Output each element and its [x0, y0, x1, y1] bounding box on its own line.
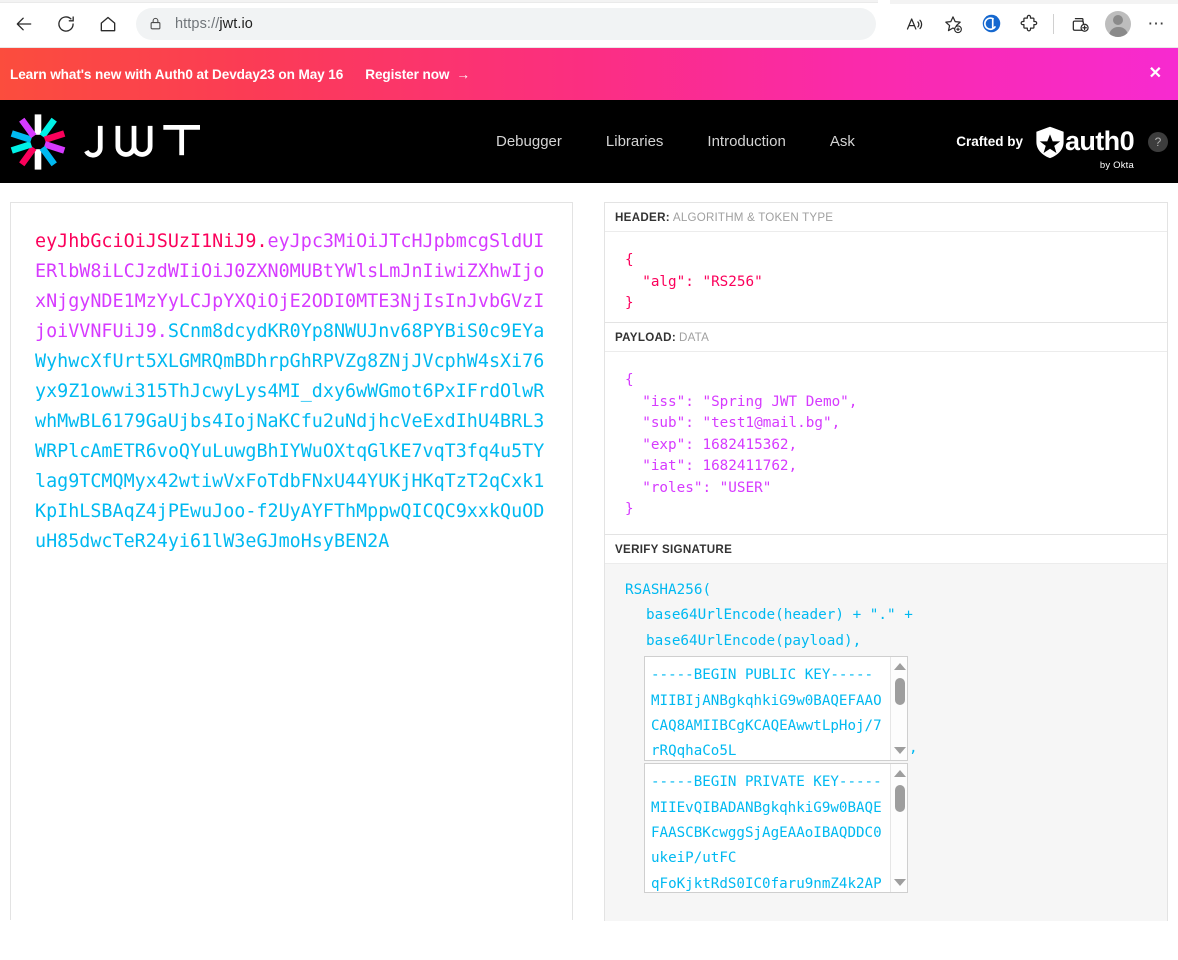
home-icon: [100, 16, 116, 31]
nav-item-debugger[interactable]: Debugger: [474, 127, 584, 156]
nav-item-libraries[interactable]: Libraries: [584, 127, 686, 156]
promo-banner: Learn what's new with Auth0 at Devday23 …: [0, 48, 1178, 100]
header-box-title: HEADER: ALGORITHM & TOKEN TYPE: [605, 203, 1167, 232]
verify-line-2: base64UrlEncode(header) + "." +: [646, 607, 913, 624]
encoded-token-panel[interactable]: eyJhbGciOiJSUzI1NiJ9.eyJpc3MiOiJTcHJpbmc…: [10, 202, 573, 920]
copilot-icon: [982, 14, 1000, 33]
promo-register-label: Register now: [365, 66, 450, 82]
home-button[interactable]: [90, 6, 126, 42]
auth0-shield-icon: [1036, 126, 1064, 158]
help-icon[interactable]: ?: [1148, 131, 1168, 152]
extensions-button[interactable]: [1011, 6, 1047, 42]
verify-line-1: RSASHA256(: [625, 582, 712, 598]
nav-item-ask[interactable]: Ask: [808, 127, 877, 156]
reload-button[interactable]: [48, 6, 84, 42]
scroll-down-arrow-icon[interactable]: [893, 744, 906, 757]
browser-chrome: https://jwt.io ⋯: [0, 0, 1178, 48]
collections-icon: [1072, 17, 1089, 32]
back-arrow-icon: [16, 17, 32, 31]
read-aloud-icon: [906, 17, 923, 30]
url-scheme: https://: [175, 15, 220, 32]
payload-box-label: PAYLOAD:: [615, 331, 677, 344]
crafted-by-block: Crafted by auth0 by Okta ?: [956, 125, 1168, 171]
site-security-icon: [148, 16, 163, 31]
encoded-token-text[interactable]: eyJhbGciOiJSUzI1NiJ9.eyJpc3MiOiJTcHJpbmc…: [35, 227, 548, 557]
back-button[interactable]: [6, 6, 42, 42]
public-key-comma: ,: [909, 739, 918, 756]
token-separator-1: .: [256, 231, 268, 252]
auth0-by-okta-label: by Okta: [1099, 159, 1134, 171]
private-key-scrollbar[interactable]: [890, 764, 907, 893]
collections-button[interactable]: [1062, 6, 1098, 42]
toolbar-divider: [1053, 13, 1054, 34]
token-separator-2: .: [156, 321, 168, 342]
extensions-puzzle-icon: [1020, 14, 1038, 31]
main-navigation: Debugger Libraries Introduction Ask: [474, 127, 877, 156]
more-options-icon: ⋯: [1147, 14, 1165, 33]
payload-json[interactable]: { "iss": "Spring JWT Demo", "sub": "test…: [605, 352, 1167, 534]
auth0-wordmark: auth0: [1033, 125, 1135, 159]
promo-banner-message: Learn what's new with Auth0 at Devday23 …: [10, 66, 344, 82]
header-box-label: HEADER:: [615, 211, 670, 224]
arrow-right-icon: →: [456, 66, 470, 82]
public-key-scrollbar[interactable]: [890, 657, 907, 761]
auth0-name: auth0: [1064, 126, 1135, 156]
public-key-text: -----BEGIN PUBLIC KEY----- MIIBIjANBgkqh…: [651, 667, 882, 760]
verify-signature-box: VERIFY SIGNATURE RSASHA256( base64UrlEnc…: [604, 534, 1168, 921]
public-key-input[interactable]: -----BEGIN PUBLIC KEY----- MIIBIjANBgkqh…: [644, 656, 908, 762]
jwt-brand-logo[interactable]: [8, 112, 230, 172]
jwt-starburst-icon: [10, 113, 66, 170]
private-key-text: -----BEGIN PRIVATE KEY----- MIIEvQIBADAN…: [651, 774, 882, 892]
decoded-panel: HEADER: ALGORITHM & TOKEN TYPE { "alg": "…: [604, 202, 1168, 921]
promo-register-link[interactable]: Register now →: [365, 67, 470, 82]
address-bar-text: https://jwt.io: [175, 16, 253, 32]
private-key-input[interactable]: -----BEGIN PRIVATE KEY----- MIIEvQIBADAN…: [644, 763, 908, 894]
debugger-content: eyJhbGciOiJSUzI1NiJ9.eyJpc3MiOiJTcHJpbmc…: [0, 183, 1178, 921]
scroll-up-arrow-icon[interactable]: [893, 660, 906, 673]
token-signature-segment: SCnm8dcydKR0Yp8NWUJnv68PYBiS0c9EYaWyhwcX…: [35, 321, 545, 552]
add-favorite-button[interactable]: [935, 6, 971, 42]
crafted-by-label: Crafted by: [956, 134, 1023, 149]
site-header: Debugger Libraries Introduction Ask Craf…: [0, 100, 1178, 183]
favorite-star-plus-icon: [945, 15, 962, 33]
token-header-segment: eyJhbGciOiJSUzI1NiJ9: [35, 231, 257, 252]
auth0-logo[interactable]: auth0 by Okta: [1033, 125, 1135, 171]
verify-box-label: VERIFY SIGNATURE: [615, 543, 733, 556]
scroll-thumb[interactable]: [894, 785, 905, 813]
jwt-wordmark: [84, 124, 200, 158]
browser-toolbar-right: ⋯: [895, 6, 1178, 42]
copilot-button[interactable]: [973, 6, 1009, 42]
reload-icon: [58, 15, 74, 32]
address-bar[interactable]: https://jwt.io: [136, 7, 876, 40]
scroll-down-arrow-icon[interactable]: [893, 876, 906, 889]
header-box: HEADER: ALGORITHM & TOKEN TYPE { "alg": "…: [604, 202, 1168, 322]
payload-box-subtitle: DATA: [679, 331, 710, 344]
verify-box-title: VERIFY SIGNATURE: [605, 535, 1167, 564]
verify-signature-body: RSASHA256( base64UrlEncode(header) + "."…: [605, 564, 1167, 921]
payload-box-title: PAYLOAD: DATA: [605, 323, 1167, 352]
nav-item-introduction[interactable]: Introduction: [685, 127, 807, 156]
profile-button[interactable]: [1100, 6, 1136, 42]
tab-strip-edge-right: [890, 0, 1178, 4]
avatar: [1105, 10, 1131, 37]
promo-close-button[interactable]: ✕: [1149, 66, 1162, 82]
payload-box: PAYLOAD: DATA { "iss": "Spring JWT Demo",…: [604, 322, 1168, 534]
scroll-thumb[interactable]: [894, 678, 905, 706]
browser-settings-button[interactable]: ⋯: [1138, 6, 1174, 42]
scroll-up-arrow-icon[interactable]: [893, 767, 906, 780]
header-box-subtitle: ALGORITHM & TOKEN TYPE: [672, 211, 834, 224]
read-aloud-button[interactable]: [897, 6, 933, 42]
verify-line-3: base64UrlEncode(payload),: [646, 632, 862, 649]
tab-strip-edge: [0, 0, 878, 3]
url-host: jwt.io: [219, 15, 253, 32]
header-json[interactable]: { "alg": "RS256" }: [605, 232, 1167, 322]
